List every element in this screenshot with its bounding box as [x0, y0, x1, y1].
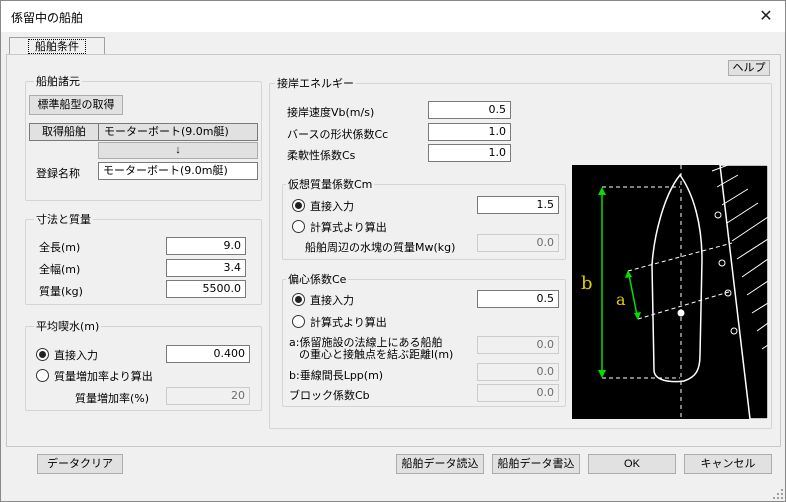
registered-name-label: 登録名称 [36, 167, 80, 180]
a-arrow-line [628, 274, 638, 316]
berthing-speed-input[interactable]: 0.5 [428, 101, 511, 119]
ecc-calc-label: 計算式より算出 [310, 316, 387, 329]
dimensions-label: 寸法と質量 [34, 211, 93, 227]
help-button[interactable]: ヘルプ [728, 60, 770, 76]
water-mass-input[interactable]: 0.0 [477, 234, 559, 252]
mass-input[interactable]: 5500.0 [166, 280, 246, 298]
mass-rate-label: 質量増加率(%) [75, 392, 150, 405]
data-clear-button[interactable]: データクリア [37, 454, 123, 474]
window-title: 係留中の船舶 [11, 11, 84, 25]
b-label: b [581, 273, 593, 294]
draft-direct-radio[interactable] [36, 348, 49, 361]
berth-shape-label: バースの形状係数Cc [287, 128, 389, 141]
ecc-direct-radio[interactable] [292, 293, 305, 306]
block-coef-label: ブロック係数Cb [289, 389, 370, 402]
boat-hull [651, 173, 703, 383]
ecc-calc-radio[interactable] [292, 315, 305, 328]
draft-label: 平均喫水(m) [34, 318, 102, 334]
virtual-mass-label: 仮想質量係数Cm [286, 176, 375, 192]
title-bar: 係留中の船舶 ✕ [1, 1, 785, 32]
draft-calc-label: 質量増加率より算出 [54, 370, 153, 383]
vm-direct-label: 直接入力 [310, 200, 354, 213]
tab-label: 船舶条件 [28, 39, 86, 54]
registered-name-input[interactable]: モーターボート(9.0m艇) [98, 162, 258, 180]
a-label: a [616, 290, 626, 309]
tab-ship-conditions[interactable]: 船舶条件 [9, 37, 105, 55]
water-mass-label: 船舶周辺の水塊の質量Mw(kg) [305, 241, 456, 254]
block-coef-input[interactable]: 0.0 [477, 384, 559, 402]
b-arrow-bottom [598, 370, 606, 378]
draft-calc-radio[interactable] [36, 369, 49, 382]
distance-a-label-2: の重心と接触点を結ぶ距離l(m) [299, 348, 454, 361]
get-standard-ship-button[interactable]: 標準船型の取得 [29, 95, 123, 115]
resize-grip-icon[interactable] [773, 489, 783, 499]
distance-a-input[interactable]: 0.0 [477, 336, 559, 354]
berthing-diagram-svg: b a [581, 164, 769, 420]
lpp-input[interactable]: 0.0 [477, 363, 559, 381]
close-icon[interactable]: ✕ [753, 4, 779, 28]
mass-rate-input[interactable]: 20 [166, 387, 250, 405]
write-ship-data-button[interactable]: 船舶データ書込 [492, 454, 580, 474]
read-ship-data-button[interactable]: 船舶データ読込 [396, 454, 484, 474]
b-arrow-top [598, 187, 606, 195]
flexibility-label: 柔軟性係数Cs [287, 149, 356, 162]
berthing-diagram: b a [572, 164, 769, 420]
ok-button[interactable]: OK [588, 454, 676, 474]
center-of-gravity [677, 309, 685, 317]
ship-specs-label: 船舶諸元 [34, 73, 82, 89]
width-input[interactable]: 3.4 [166, 259, 246, 277]
berthing-energy-label: 接岸エネルギー [275, 75, 356, 91]
cancel-button[interactable]: キャンセル [684, 454, 772, 474]
eccentricity-label: 偏心係数Ce [286, 271, 349, 287]
vm-calc-radio[interactable] [292, 220, 305, 233]
acquired-ship-label: 取得船舶 [29, 123, 99, 141]
ecc-direct-label: 直接入力 [310, 294, 354, 307]
ecc-direct-input[interactable]: 0.5 [477, 290, 559, 308]
dialog-window: 係留中の船舶 ✕ 船舶条件 ヘルプ 船舶諸元 標準船型の取得 取得船舶 モーター… [0, 0, 786, 502]
berth-shape-input[interactable]: 1.0 [428, 123, 511, 141]
vm-direct-radio[interactable] [292, 199, 305, 212]
length-input[interactable]: 9.0 [166, 237, 246, 255]
a-top-extent [627, 242, 733, 272]
flexibility-input[interactable]: 1.0 [428, 144, 511, 162]
length-label: 全長(m) [39, 241, 81, 254]
draft-direct-input[interactable]: 0.400 [166, 345, 250, 363]
mass-label: 質量(kg) [39, 285, 83, 298]
acquired-ship-value: モーターボート(9.0m艇) [98, 123, 258, 141]
vm-direct-input[interactable]: 1.5 [477, 196, 559, 214]
draft-direct-label: 直接入力 [54, 349, 98, 362]
berthing-speed-label: 接岸速度Vb(m/s) [287, 106, 375, 119]
copy-down-button[interactable]: ↓ [98, 142, 258, 159]
a-arrow-top [625, 270, 632, 278]
width-label: 全幅(m) [39, 263, 81, 276]
vm-calc-label: 計算式より算出 [310, 221, 387, 234]
lpp-label: b:垂線間長Lpp(m) [289, 369, 384, 382]
